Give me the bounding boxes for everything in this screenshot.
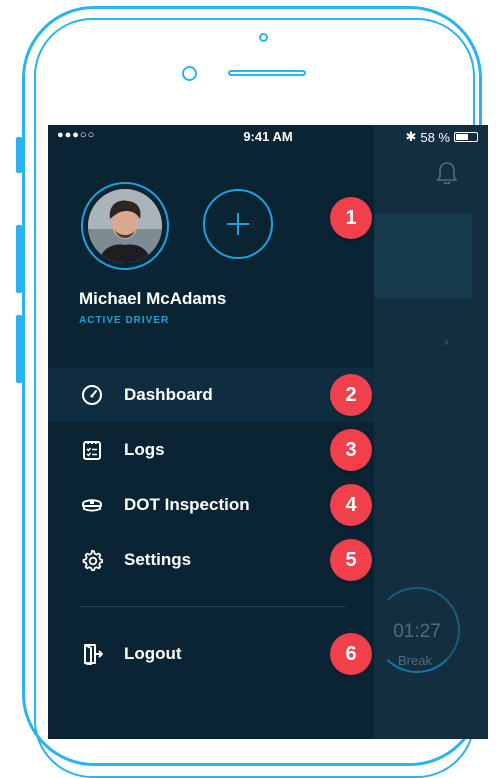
avatar[interactable] [81, 182, 169, 270]
bluetooth-icon: ✱ [405, 129, 417, 144]
status-bar: ●●●○○ 9:41 AM ✱ 58 % [48, 125, 488, 149]
phone-camera-lens [182, 66, 197, 81]
background-dashboard: › 01:27 Break [374, 125, 488, 739]
dashboard-gauge-icon [82, 385, 102, 405]
user-status: ACTIVE DRIVER [79, 315, 170, 326]
logout-door-icon [84, 644, 103, 665]
break-timer-value: 01:27 [393, 621, 441, 642]
callout-badge-3: 3 [330, 429, 372, 471]
logs-clipboard-icon [83, 441, 101, 460]
phone-side-button-volume-down [16, 315, 22, 383]
add-button[interactable] [203, 189, 273, 259]
plus-icon [227, 213, 249, 235]
menu-item-dashboard[interactable]: Dashboard [48, 368, 374, 422]
break-timer-label: Break [398, 653, 432, 668]
phone-side-button-volume-up [16, 225, 22, 293]
menu-item-label: Logout [124, 644, 182, 663]
callout-badge-2: 2 [330, 374, 372, 416]
callout-badge-5: 5 [330, 539, 372, 581]
callout-badge-4: 4 [330, 484, 372, 526]
background-card[interactable]: › [374, 213, 472, 349]
battery-fill [456, 134, 468, 140]
menu-item-label: DOT Inspection [124, 495, 250, 514]
battery-percent: 58 % [420, 129, 450, 145]
phone-speaker [228, 70, 306, 76]
user-name: Michael McAdams [79, 289, 227, 308]
menu-item-logout[interactable]: Logout [48, 627, 374, 681]
chevron-right-icon: › [444, 333, 449, 349]
phone-side-button-mute [16, 137, 22, 173]
menu-item-label: Dashboard [124, 385, 213, 404]
menu-item-settings[interactable]: Settings [48, 533, 374, 587]
phone-sensor-dot [259, 33, 268, 42]
battery-icon [454, 132, 478, 142]
bell-icon[interactable] [436, 161, 458, 185]
app-screen: › 01:27 Break Michael McAdams ACTIVE DRI… [48, 125, 488, 739]
navigation-drawer: Michael McAdams ACTIVE DRIVER Dashboard [48, 125, 374, 739]
menu-item-label: Settings [124, 550, 192, 569]
menu-item-label: Logs [124, 440, 165, 459]
gear-icon [82, 549, 103, 571]
callout-badge-6: 6 [330, 633, 372, 675]
menu-item-dot-inspection[interactable]: DOT Inspection [48, 478, 374, 532]
menu-item-logs[interactable]: Logs [48, 423, 374, 477]
menu-divider [79, 606, 346, 607]
user-photo [88, 189, 162, 263]
callout-badge-1: 1 [330, 197, 372, 239]
officer-cap-icon [82, 499, 102, 512]
status-right: ✱ 58 % [405, 129, 478, 145]
